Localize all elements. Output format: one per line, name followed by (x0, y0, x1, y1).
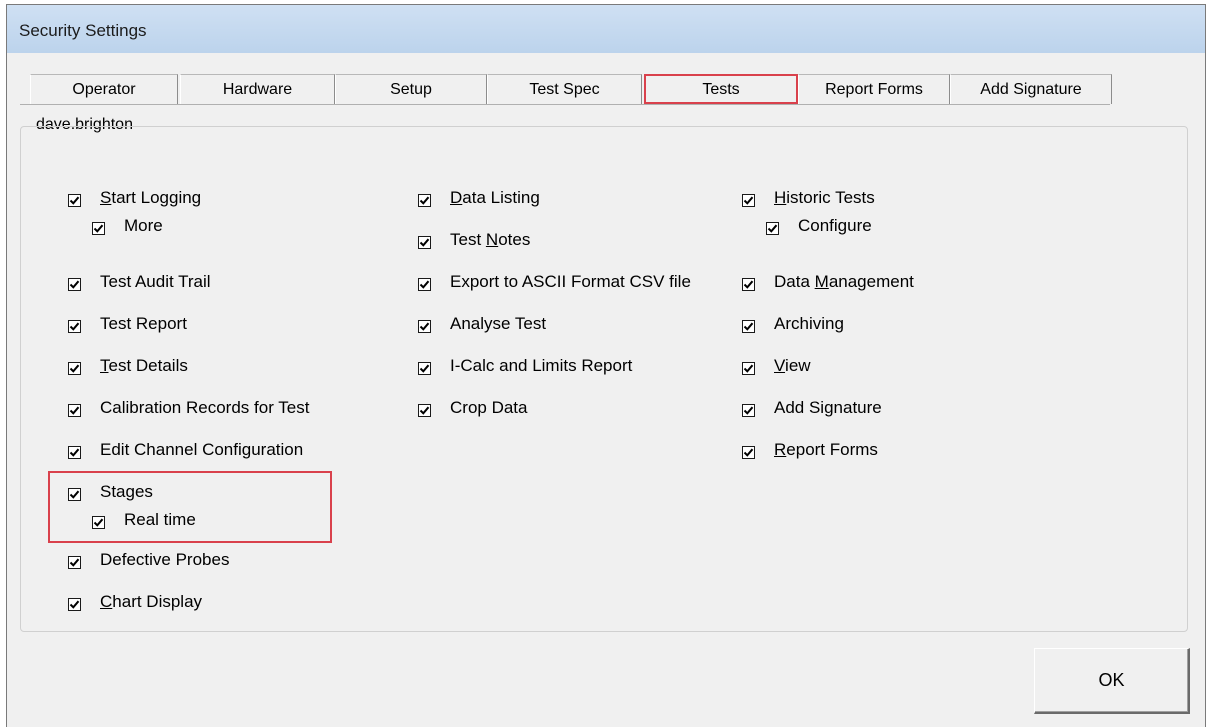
label-test-audit-trail: Test Audit Trail (100, 272, 211, 291)
checkbox-defective-probes[interactable] (68, 556, 81, 569)
checkbox-start-logging[interactable] (68, 194, 81, 207)
checkbox-data-management[interactable] (742, 278, 755, 291)
checkbox-data-listing[interactable] (418, 194, 431, 207)
label-edit-channel-configuration: Edit Channel Configuration (100, 440, 304, 459)
checkbox-report-forms[interactable] (742, 446, 755, 459)
window-title: Security Settings (19, 21, 147, 40)
label-view: View (774, 356, 811, 375)
checkbox-edit-channel-configuration[interactable] (68, 446, 81, 459)
checkbox-test-report[interactable] (68, 320, 81, 333)
checkbox-crop-data[interactable] (418, 404, 431, 417)
checkbox-i-calc-and-limits-report[interactable] (418, 362, 431, 375)
tab-tests[interactable]: Tests (644, 74, 798, 104)
label-export-to-ascii-format-csv-file: Export to ASCII Format CSV file (450, 272, 691, 291)
checkbox-export-to-ascii-format-csv-file[interactable] (418, 278, 431, 291)
checkbox-more[interactable] (92, 222, 105, 235)
ok-button[interactable]: OK (1034, 648, 1190, 714)
label-calibration-records-for-test: Calibration Records for Test (100, 398, 310, 417)
label-chart-display: Chart Display (100, 592, 203, 611)
label-add-signature: Add Signature (774, 398, 882, 417)
checkbox-calibration-records-for-test[interactable] (68, 404, 81, 417)
label-test-report: Test Report (100, 314, 187, 333)
tab-test-spec[interactable]: Test Spec (487, 74, 642, 104)
checkbox-test-notes[interactable] (418, 236, 431, 249)
label-test-notes: Test Notes (450, 230, 531, 249)
label-defective-probes: Defective Probes (100, 550, 230, 569)
label-data-listing: Data Listing (450, 188, 540, 207)
label-configure: Configure (798, 216, 872, 235)
tab-report-forms[interactable]: Report Forms (798, 74, 950, 104)
checkbox-view[interactable] (742, 362, 755, 375)
label-historic-tests: Historic Tests (774, 188, 875, 207)
tab-add-signature[interactable]: Add Signature (950, 74, 1112, 104)
checkbox-chart-display[interactable] (68, 598, 81, 611)
checkbox-archiving[interactable] (742, 320, 755, 333)
label-start-logging: Start Logging (100, 188, 202, 207)
checkbox-historic-tests[interactable] (742, 194, 755, 207)
tab-strip-divider (20, 104, 1110, 105)
checkbox-test-details[interactable] (68, 362, 81, 375)
stages-highlight-box (48, 471, 332, 543)
label-i-calc-and-limits-report: I-Calc and Limits Report (450, 356, 633, 375)
label-crop-data: Crop Data (450, 398, 528, 417)
label-more: More (124, 216, 163, 235)
label-analyse-test: Analyse Test (450, 314, 547, 333)
label-test-details: Test Details (100, 356, 188, 375)
checkbox-configure[interactable] (766, 222, 779, 235)
tab-setup[interactable]: Setup (335, 74, 487, 104)
label-data-management: Data Management (774, 272, 914, 291)
title-bar[interactable]: Security Settings (7, 5, 1205, 53)
label-report-forms: Report Forms (774, 440, 878, 459)
checkbox-test-audit-trail[interactable] (68, 278, 81, 291)
tab-operator[interactable]: Operator (30, 74, 178, 104)
tab-hardware[interactable]: Hardware (180, 74, 335, 104)
checkbox-analyse-test[interactable] (418, 320, 431, 333)
checkbox-add-signature[interactable] (742, 404, 755, 417)
label-archiving: Archiving (774, 314, 844, 333)
